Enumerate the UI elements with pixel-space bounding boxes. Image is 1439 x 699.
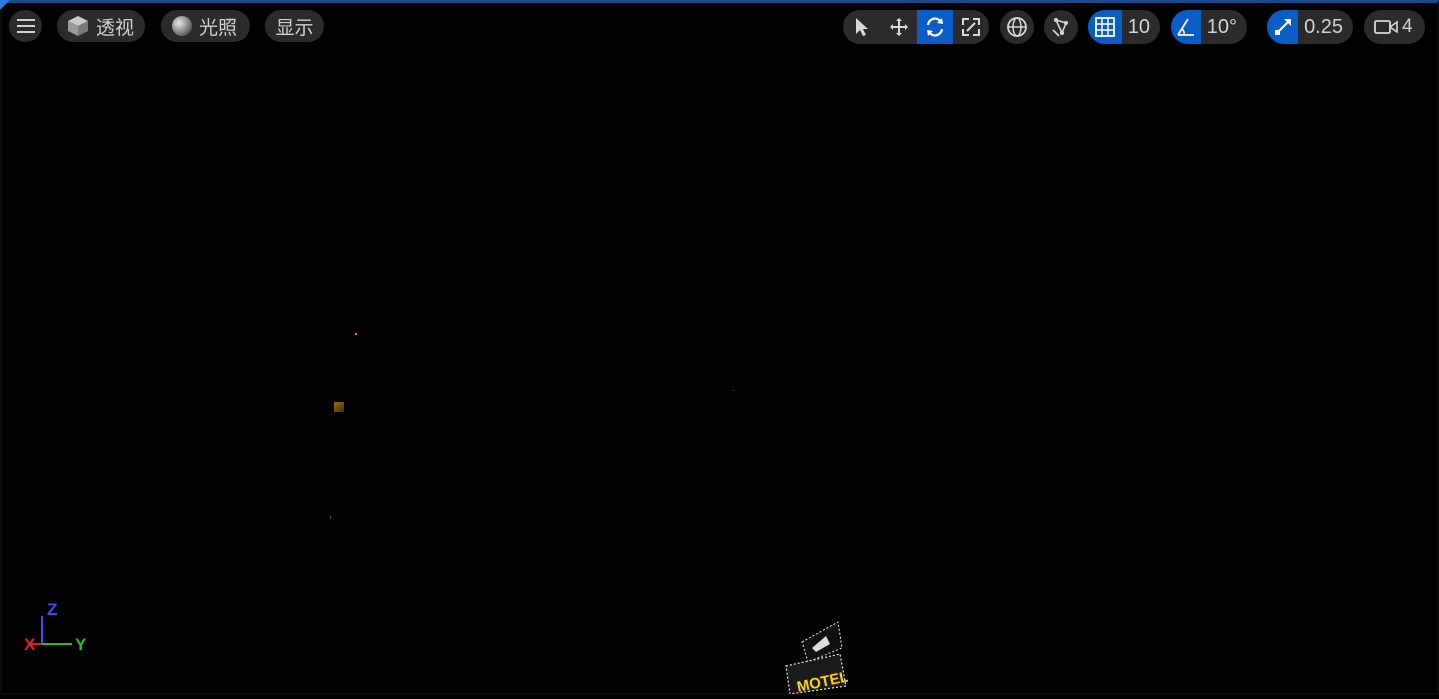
camera-icon [1374, 18, 1398, 36]
rotation-snap-group: 10° [1171, 10, 1247, 44]
axis-y-label: Y [75, 635, 87, 654]
scale-snap-group: 0.25 [1267, 10, 1353, 44]
view-mode-button[interactable]: 透视 [57, 10, 145, 42]
rotation-snap-toggle[interactable] [1171, 10, 1201, 44]
camera-speed-button[interactable]: 4 [1364, 10, 1425, 44]
grid-icon [1094, 17, 1115, 37]
lighting-mode-label: 光照 [199, 17, 238, 39]
globe-icon [1006, 16, 1028, 38]
move-icon [889, 17, 909, 37]
cursor-icon [854, 17, 870, 37]
show-flags-label: 显示 [275, 17, 314, 39]
axis-z-label: Z [47, 600, 58, 619]
scale-arrow-icon [1273, 17, 1293, 37]
surface-snapping-button[interactable] [1044, 10, 1078, 44]
sphere-icon [171, 15, 193, 37]
axis-gizmo: Z X Y [18, 600, 98, 660]
viewport-menu-button[interactable] [9, 10, 42, 42]
grid-snap-value[interactable]: 10 [1122, 10, 1160, 44]
scene-speck [733, 390, 734, 391]
scale-snap-value[interactable]: 0.25 [1298, 10, 1353, 44]
grid-snap-group: 10 [1088, 10, 1160, 44]
axis-x-label: X [24, 635, 36, 654]
select-tool-button[interactable] [843, 10, 881, 44]
viewport-active-corner [0, 0, 10, 10]
rotate-tool-button[interactable] [917, 10, 953, 44]
show-flags-button[interactable]: 显示 [265, 10, 324, 42]
viewport-frame [0, 0, 1439, 695]
lighting-mode-button[interactable]: 光照 [161, 10, 250, 42]
surface-snap-icon [1050, 16, 1072, 38]
cube-icon [66, 14, 90, 38]
grid-snap-toggle[interactable] [1088, 10, 1122, 44]
view-mode-label: 透视 [96, 17, 135, 39]
scene-speck [334, 402, 344, 412]
scale-snap-toggle[interactable] [1267, 10, 1299, 44]
motel-sign: MOTEL [784, 620, 850, 696]
coordinate-system-button[interactable] [1000, 10, 1034, 44]
hamburger-icon [16, 19, 35, 33]
rotation-snap-value[interactable]: 10° [1201, 10, 1247, 44]
angle-icon [1176, 17, 1196, 37]
scale-icon [961, 17, 981, 37]
scene-speck [355, 333, 357, 335]
scene-speck [330, 516, 331, 519]
camera-speed-value: 4 [1402, 16, 1413, 37]
transform-tools-group [843, 10, 989, 44]
scale-tool-button[interactable] [953, 10, 989, 44]
rotate-icon [924, 16, 946, 38]
translate-tool-button[interactable] [881, 10, 917, 44]
